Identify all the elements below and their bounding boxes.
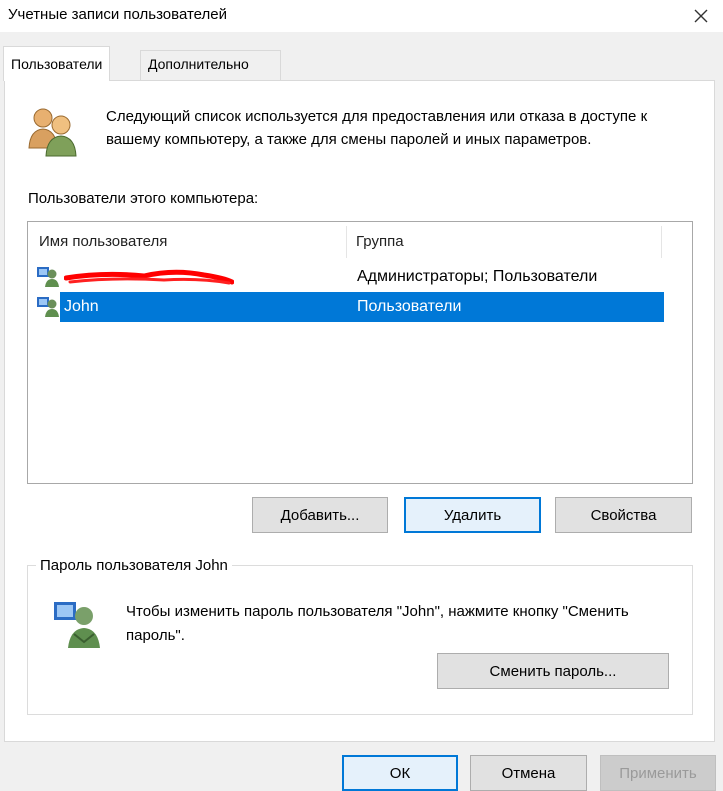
user-account-icon	[36, 295, 60, 317]
close-icon	[694, 9, 708, 23]
change-password-button[interactable]: Сменить пароль...	[437, 653, 669, 689]
user-key-icon	[50, 598, 106, 650]
tab-advanced[interactable]: Дополнительно	[140, 50, 281, 80]
remove-user-button[interactable]: Удалить	[404, 497, 541, 533]
password-group-label: Пароль пользователя John	[36, 557, 232, 574]
close-button[interactable]	[687, 2, 715, 30]
cancel-button[interactable]: Отмена	[470, 755, 587, 791]
column-header-group[interactable]: Группа	[356, 233, 404, 250]
users-group-icon	[26, 104, 80, 158]
password-instructions: Чтобы изменить пароль пользователя "John…	[126, 603, 629, 644]
tab-users[interactable]: Пользователи	[3, 46, 111, 81]
row-group: Администраторы; Пользователи	[357, 268, 598, 285]
window-title: Учетные записи пользователей	[8, 6, 227, 23]
users-list[interactable]	[27, 221, 693, 484]
user-account-icon	[36, 265, 60, 287]
column-header-username[interactable]: Имя пользователя	[39, 233, 167, 250]
column-divider[interactable]	[346, 226, 347, 258]
row-group: Пользователи	[357, 298, 462, 315]
add-user-button[interactable]: Добавить...	[252, 497, 388, 533]
apply-button[interactable]: Применить	[600, 755, 716, 791]
ok-button[interactable]: ОК	[342, 755, 458, 791]
properties-button[interactable]: Свойства	[555, 497, 692, 533]
column-divider[interactable]	[661, 226, 662, 258]
redaction-mark	[63, 266, 235, 286]
users-list-label: Пользователи этого компьютера:	[28, 190, 259, 207]
row-username: John	[64, 298, 99, 315]
intro-text: Следующий список используется для предос…	[106, 108, 648, 148]
